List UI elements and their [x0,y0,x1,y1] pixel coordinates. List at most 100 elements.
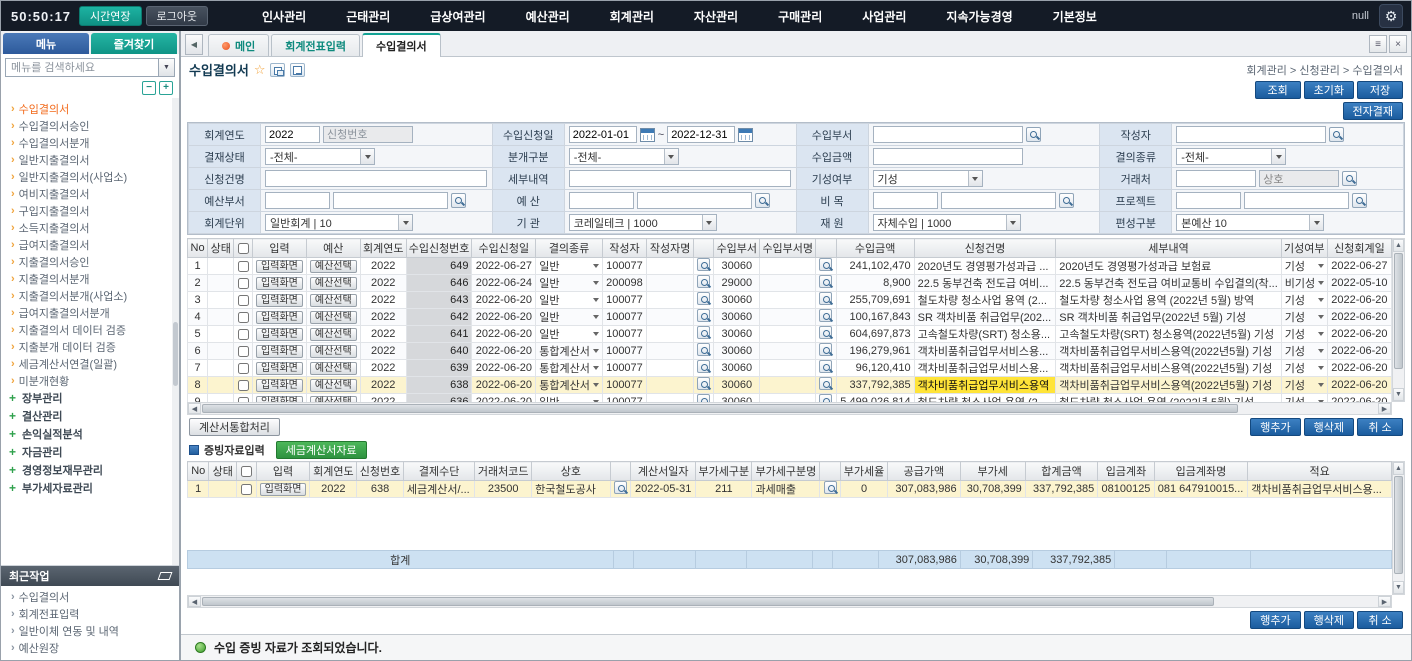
sidebar-menu-item[interactable]: ›지출결의서승인 [1,253,179,270]
vat-search[interactable] [820,481,841,498]
resolution-type-select[interactable]: 일반 [536,394,603,403]
budget-select-button[interactable]: 예산선택 [310,345,357,358]
search-icon[interactable] [451,193,466,208]
budget-select-button[interactable]: 예산선택 [310,311,357,324]
reset-button[interactable]: 초기화 [1304,81,1354,99]
favorite-star-icon[interactable]: ☆ [254,62,266,78]
search-icon[interactable] [755,193,770,208]
input-cell[interactable]: 입력화면 [253,326,307,343]
expense-name-input[interactable] [941,192,1056,209]
sidebar-group-item[interactable]: +경영정보재무관리 [1,461,179,479]
dept-search[interactable] [816,394,836,403]
acct-unit-select[interactable]: 일반회계 | 10 [265,214,413,231]
row-checkbox[interactable] [238,295,249,306]
income-grid-row[interactable]: 5입력화면예산선택20226412022-06-20일반100077300606… [188,326,1392,343]
expand-plus-icon[interactable]: + [9,427,16,441]
budget-cell[interactable]: 예산선택 [306,360,360,377]
resolution-type-select[interactable]: 통합계산서 [536,343,603,360]
scroll-right-icon[interactable]: ▶ [1378,403,1391,414]
search-icon[interactable] [1026,127,1041,142]
row-select[interactable] [234,292,253,309]
income-grid-row[interactable]: 6입력화면예산선택20226402022-06-20통합계산서100077300… [188,343,1392,360]
sidebar-menu-item[interactable]: ›세금계산서연결(일괄) [1,355,179,372]
input-screen-button[interactable]: 입력화면 [256,362,303,375]
tab-income-resolution[interactable]: 수입결의서 [362,33,441,57]
popup-window-icon[interactable] [270,63,285,77]
resolution-type-select[interactable]: 일반 [536,309,603,326]
input-cell[interactable]: 입력화면 [253,343,307,360]
income-dept-input[interactable] [873,126,1023,143]
gisung-select[interactable]: 기성 [1281,360,1327,377]
income-grid-row[interactable]: 3입력화면예산선택20226432022-06-20일반100077300602… [188,292,1392,309]
top-menu-item[interactable]: 기본정보 [1053,8,1097,25]
search-icon[interactable] [819,309,832,322]
gisung-select[interactable]: 비기성 [1281,275,1327,292]
request-title-input[interactable] [265,170,487,187]
invoice-merge-button[interactable]: 계산서통합처리 [189,418,280,436]
input-cell[interactable]: 입력화면 [253,309,307,326]
budget-select-button[interactable]: 예산선택 [310,379,357,392]
dept-search[interactable] [816,258,836,275]
recent-work-item[interactable]: ›수입결의서 [1,588,179,605]
tab-close-icon[interactable]: × [1389,35,1407,53]
row-select[interactable] [234,377,253,394]
income-amount-input[interactable] [873,148,1023,165]
gisung-select[interactable]: 기성 [1281,258,1327,275]
row-checkbox[interactable] [238,380,249,391]
search-icon[interactable] [697,360,710,373]
gisung-select[interactable]: 기성 [1281,343,1327,360]
search-icon[interactable] [819,343,832,356]
resolution-type-select[interactable]: 통합계산서 [536,360,603,377]
collapse-all-button[interactable]: − [142,81,156,95]
search-icon[interactable] [697,275,710,288]
row-checkbox[interactable] [241,484,252,495]
writer-search[interactable] [694,360,714,377]
search-icon[interactable] [824,481,837,494]
search-icon[interactable] [819,360,832,373]
sidebar-menu-item[interactable]: ›소득지출결의서 [1,219,179,236]
vertical-scrollbar[interactable]: ▲ ▼ [1392,238,1405,402]
save-button[interactable]: 저장 [1357,81,1403,99]
budget-name-input[interactable] [637,192,752,209]
budget-select-button[interactable]: 예산선택 [310,277,357,290]
sidebar-menu-item[interactable]: ›지출결의서분개 [1,270,179,287]
menu-search-dropdown-icon[interactable]: ▼ [158,58,175,77]
expand-plus-icon[interactable]: + [9,481,16,495]
gisung-select[interactable]: 기성 [1281,377,1327,394]
row-checkbox[interactable] [238,261,249,272]
input-screen-button[interactable]: 입력화면 [256,328,303,341]
row-checkbox[interactable] [238,329,249,340]
scroll-up-icon[interactable]: ▲ [1393,462,1404,475]
search-icon[interactable] [819,258,832,271]
sidebar-scrollbar[interactable] [172,98,179,565]
row-delete-button[interactable]: 행삭제 [1304,611,1354,629]
tax-invoice-data-button[interactable]: 세금계산서자료 [276,441,367,459]
sidebar-tab-favorites[interactable]: 즐겨찾기 [91,33,177,54]
input-screen-button[interactable]: 입력화면 [256,311,303,324]
gisung-select[interactable]: 기성 [1281,394,1327,403]
expand-plus-icon[interactable]: + [9,409,16,423]
dept-search[interactable] [816,275,836,292]
budget-select-button[interactable]: 예산선택 [310,294,357,307]
top-menu-item[interactable]: 인사관리 [262,8,306,25]
input-cell[interactable]: 입력화면 [256,481,310,498]
row-checkbox[interactable] [238,278,249,289]
project-name-input[interactable] [1244,192,1349,209]
sidebar-menu-item[interactable]: ›일반지출결의서(사업소) [1,168,179,185]
budget-select-button[interactable]: 예산선택 [310,260,357,273]
income-grid-row[interactable]: 2입력화면예산선택20226462022-06-24일반200098290008… [188,275,1392,292]
search-icon[interactable] [697,377,710,390]
query-button[interactable]: 조회 [1255,81,1301,99]
input-cell[interactable]: 입력화면 [253,377,307,394]
sidebar-menu-item[interactable]: ›여비지출결의서 [1,185,179,202]
gisung-select[interactable]: 기성 [873,170,983,187]
sidebar-menu-item[interactable]: ›지출결의서 데이터 검증 [1,321,179,338]
fund-source-select[interactable]: 자체수입 | 1000 [873,214,1021,231]
income-grid-row[interactable]: 8입력화면예산선택20226382022-06-20통합계산서100077300… [188,377,1392,394]
sidebar-menu-item[interactable]: ›미분개현황 [1,372,179,389]
select-all-header[interactable] [234,239,253,258]
gisung-select[interactable]: 기성 [1281,309,1327,326]
search-icon[interactable] [1059,193,1074,208]
budget-cell[interactable]: 예산선택 [306,275,360,292]
search-icon[interactable] [697,343,710,356]
